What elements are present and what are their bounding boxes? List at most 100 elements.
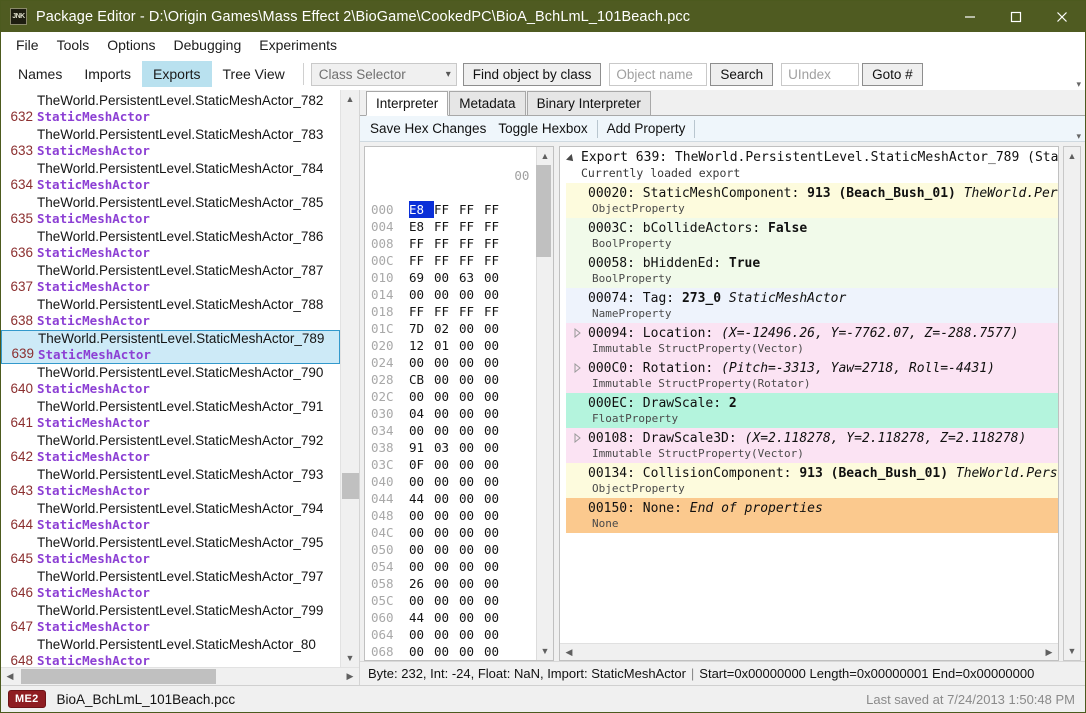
property-tree-vertical-scrollbar[interactable]: ▲ ▼ bbox=[1063, 146, 1081, 661]
hex-row[interactable]: 060 44 00 00 00 bbox=[371, 609, 536, 626]
hscroll-track[interactable] bbox=[19, 668, 341, 686]
tree-hscroll-track[interactable] bbox=[578, 643, 1040, 661]
hex-byte[interactable]: 00 bbox=[459, 592, 484, 609]
goto-number-button[interactable]: Goto # bbox=[862, 62, 923, 86]
hex-byte[interactable]: 00 bbox=[484, 405, 509, 422]
hex-byte[interactable]: 00 bbox=[409, 643, 434, 660]
hex-byte[interactable]: 00 bbox=[484, 609, 509, 626]
hex-byte[interactable]: 00 bbox=[409, 286, 434, 303]
export-list-row[interactable]: 639 TheWorld.PersistentLevel.StaticMeshAc… bbox=[1, 330, 340, 364]
hex-byte[interactable]: 00 bbox=[459, 320, 484, 337]
hex-byte[interactable]: 00 bbox=[459, 473, 484, 490]
hex-row[interactable]: 010 69 00 63 00 bbox=[371, 269, 536, 286]
toggle-hexbox-button[interactable]: Toggle Hexbox bbox=[492, 121, 593, 136]
menu-item-debugging[interactable]: Debugging bbox=[165, 34, 251, 56]
hex-byte[interactable]: 00 bbox=[484, 422, 509, 439]
hex-byte[interactable]: 00 bbox=[459, 422, 484, 439]
property-row[interactable]: 00094: Location: (X=-12496.26, Y=-7762.0… bbox=[566, 323, 1058, 358]
export-list-row[interactable]: 648 TheWorld.PersistentLevel.StaticMeshAc… bbox=[1, 636, 340, 667]
scroll-up-icon[interactable]: ▲ bbox=[341, 90, 360, 108]
minimize-icon[interactable] bbox=[947, 1, 993, 32]
property-tree[interactable]: Export 639: TheWorld.PersistentLevel.Sta… bbox=[559, 146, 1059, 661]
hex-byte[interactable]: 01 bbox=[434, 337, 459, 354]
hex-row[interactable]: 040 00 00 00 00 bbox=[371, 473, 536, 490]
property-row[interactable]: 000C0: Rotation: (Pitch=-3313, Yaw=2718,… bbox=[566, 358, 1058, 393]
hex-byte[interactable]: 00 bbox=[459, 626, 484, 643]
export-list-row[interactable]: 633 TheWorld.PersistentLevel.StaticMeshAc… bbox=[1, 126, 340, 160]
hex-viewer[interactable]: 00010203 000E8FFFFFF004E8FFFFFF008FFFFFF… bbox=[364, 146, 554, 661]
hex-byte[interactable]: 00 bbox=[409, 473, 434, 490]
hex-byte[interactable]: 00 bbox=[484, 473, 509, 490]
hex-byte[interactable]: 00 bbox=[434, 473, 459, 490]
hex-byte[interactable]: 00 bbox=[484, 592, 509, 609]
hex-byte[interactable]: 00 bbox=[434, 558, 459, 575]
export-list-row[interactable]: 638 TheWorld.PersistentLevel.StaticMeshAc… bbox=[1, 296, 340, 330]
class-selector-dropdown[interactable]: Class Selector ▾ bbox=[310, 62, 457, 86]
hex-byte[interactable]: 00 bbox=[434, 422, 459, 439]
hex-byte[interactable]: 44 bbox=[409, 609, 434, 626]
hex-byte[interactable]: 00 bbox=[459, 575, 484, 592]
tab-binary-interpreter[interactable]: Binary Interpreter bbox=[526, 91, 651, 115]
hex-byte[interactable]: 00 bbox=[484, 286, 509, 303]
hex-byte[interactable]: 00 bbox=[434, 354, 459, 371]
hex-byte[interactable]: 00 bbox=[434, 592, 459, 609]
hex-scroll-down-icon[interactable]: ▼ bbox=[536, 642, 555, 660]
hex-byte[interactable]: 00 bbox=[434, 541, 459, 558]
hex-byte[interactable]: 00 bbox=[459, 371, 484, 388]
property-row[interactable]: 000EC: DrawScale: 2 FloatProperty bbox=[566, 393, 1058, 428]
hex-byte[interactable]: 00 bbox=[459, 507, 484, 524]
hex-byte[interactable]: 00 bbox=[409, 626, 434, 643]
export-list-row[interactable]: 634 TheWorld.PersistentLevel.StaticMeshAc… bbox=[1, 160, 340, 194]
hex-row[interactable]: 01C 7D 02 00 00 bbox=[371, 320, 536, 337]
hex-row[interactable]: 008 FF FF FF FF bbox=[371, 235, 536, 252]
hex-row[interactable]: 000 E8 FF FF FF bbox=[371, 201, 536, 218]
hex-byte[interactable]: 00 bbox=[434, 575, 459, 592]
toolbar-tab-exports[interactable]: Exports bbox=[142, 61, 212, 87]
tab-metadata[interactable]: Metadata bbox=[449, 91, 526, 115]
tree-vscroll-track[interactable] bbox=[1063, 165, 1082, 642]
hex-row[interactable]: 068 00 00 00 00 bbox=[371, 643, 536, 660]
hex-row[interactable]: 050 00 00 00 00 bbox=[371, 541, 536, 558]
add-property-button[interactable]: Add Property bbox=[601, 121, 692, 136]
close-icon[interactable] bbox=[1039, 1, 1085, 32]
hex-byte[interactable]: 00 bbox=[459, 541, 484, 558]
object-name-input[interactable]: Object name bbox=[609, 62, 708, 86]
scroll-right-icon[interactable]: ▶ bbox=[341, 668, 359, 686]
hex-byte[interactable]: 00 bbox=[484, 269, 509, 286]
export-list-horizontal-scrollbar[interactable]: ◀ ▶ bbox=[1, 667, 359, 685]
hex-byte[interactable]: 00 bbox=[484, 320, 509, 337]
hex-byte[interactable]: 00 bbox=[459, 405, 484, 422]
toolbar-tab-names[interactable]: Names bbox=[7, 61, 73, 87]
hex-row[interactable]: 030 04 00 00 00 bbox=[371, 405, 536, 422]
hex-byte[interactable]: 00 bbox=[459, 524, 484, 541]
hex-byte[interactable]: 00 bbox=[459, 490, 484, 507]
hex-row[interactable]: 048 00 00 00 00 bbox=[371, 507, 536, 524]
hex-byte[interactable]: 00 bbox=[434, 456, 459, 473]
export-list[interactable]: 632 TheWorld.PersistentLevel.StaticMeshAc… bbox=[1, 90, 340, 667]
hex-byte[interactable]: FF bbox=[434, 303, 459, 320]
export-list-row[interactable]: 637 TheWorld.PersistentLevel.StaticMeshAc… bbox=[1, 262, 340, 296]
hex-byte[interactable]: 00 bbox=[434, 643, 459, 660]
scroll-down-icon[interactable]: ▼ bbox=[341, 649, 360, 667]
hex-row[interactable]: 00C FF FF FF FF bbox=[371, 252, 536, 269]
hex-byte[interactable]: 26 bbox=[409, 575, 434, 592]
hex-byte[interactable]: 00 bbox=[434, 524, 459, 541]
hex-byte[interactable]: 7D bbox=[409, 320, 434, 337]
hex-byte[interactable]: 00 bbox=[434, 371, 459, 388]
toolbar-overflow-icon[interactable]: ▾ bbox=[1076, 80, 1081, 89]
hex-byte[interactable]: FF bbox=[434, 252, 459, 269]
property-row[interactable]: 00150: None: End of properties None bbox=[566, 498, 1058, 533]
hex-byte[interactable]: 00 bbox=[409, 507, 434, 524]
hex-byte[interactable]: 00 bbox=[484, 388, 509, 405]
tree-scroll-down-icon[interactable]: ▼ bbox=[1063, 642, 1082, 660]
hex-byte[interactable]: 00 bbox=[409, 422, 434, 439]
hex-byte[interactable]: 00 bbox=[409, 558, 434, 575]
hex-byte[interactable]: 00 bbox=[434, 626, 459, 643]
hex-byte[interactable]: 00 bbox=[434, 609, 459, 626]
search-button[interactable]: Search bbox=[710, 62, 774, 86]
hex-byte[interactable]: 00 bbox=[409, 388, 434, 405]
tree-scroll-right-icon[interactable]: ▶ bbox=[1040, 643, 1058, 661]
hex-byte[interactable]: 00 bbox=[484, 439, 509, 456]
tree-scroll-left-icon[interactable]: ◀ bbox=[560, 643, 578, 661]
property-row[interactable]: 0003C: bCollideActors: False BoolProperty bbox=[566, 218, 1058, 253]
